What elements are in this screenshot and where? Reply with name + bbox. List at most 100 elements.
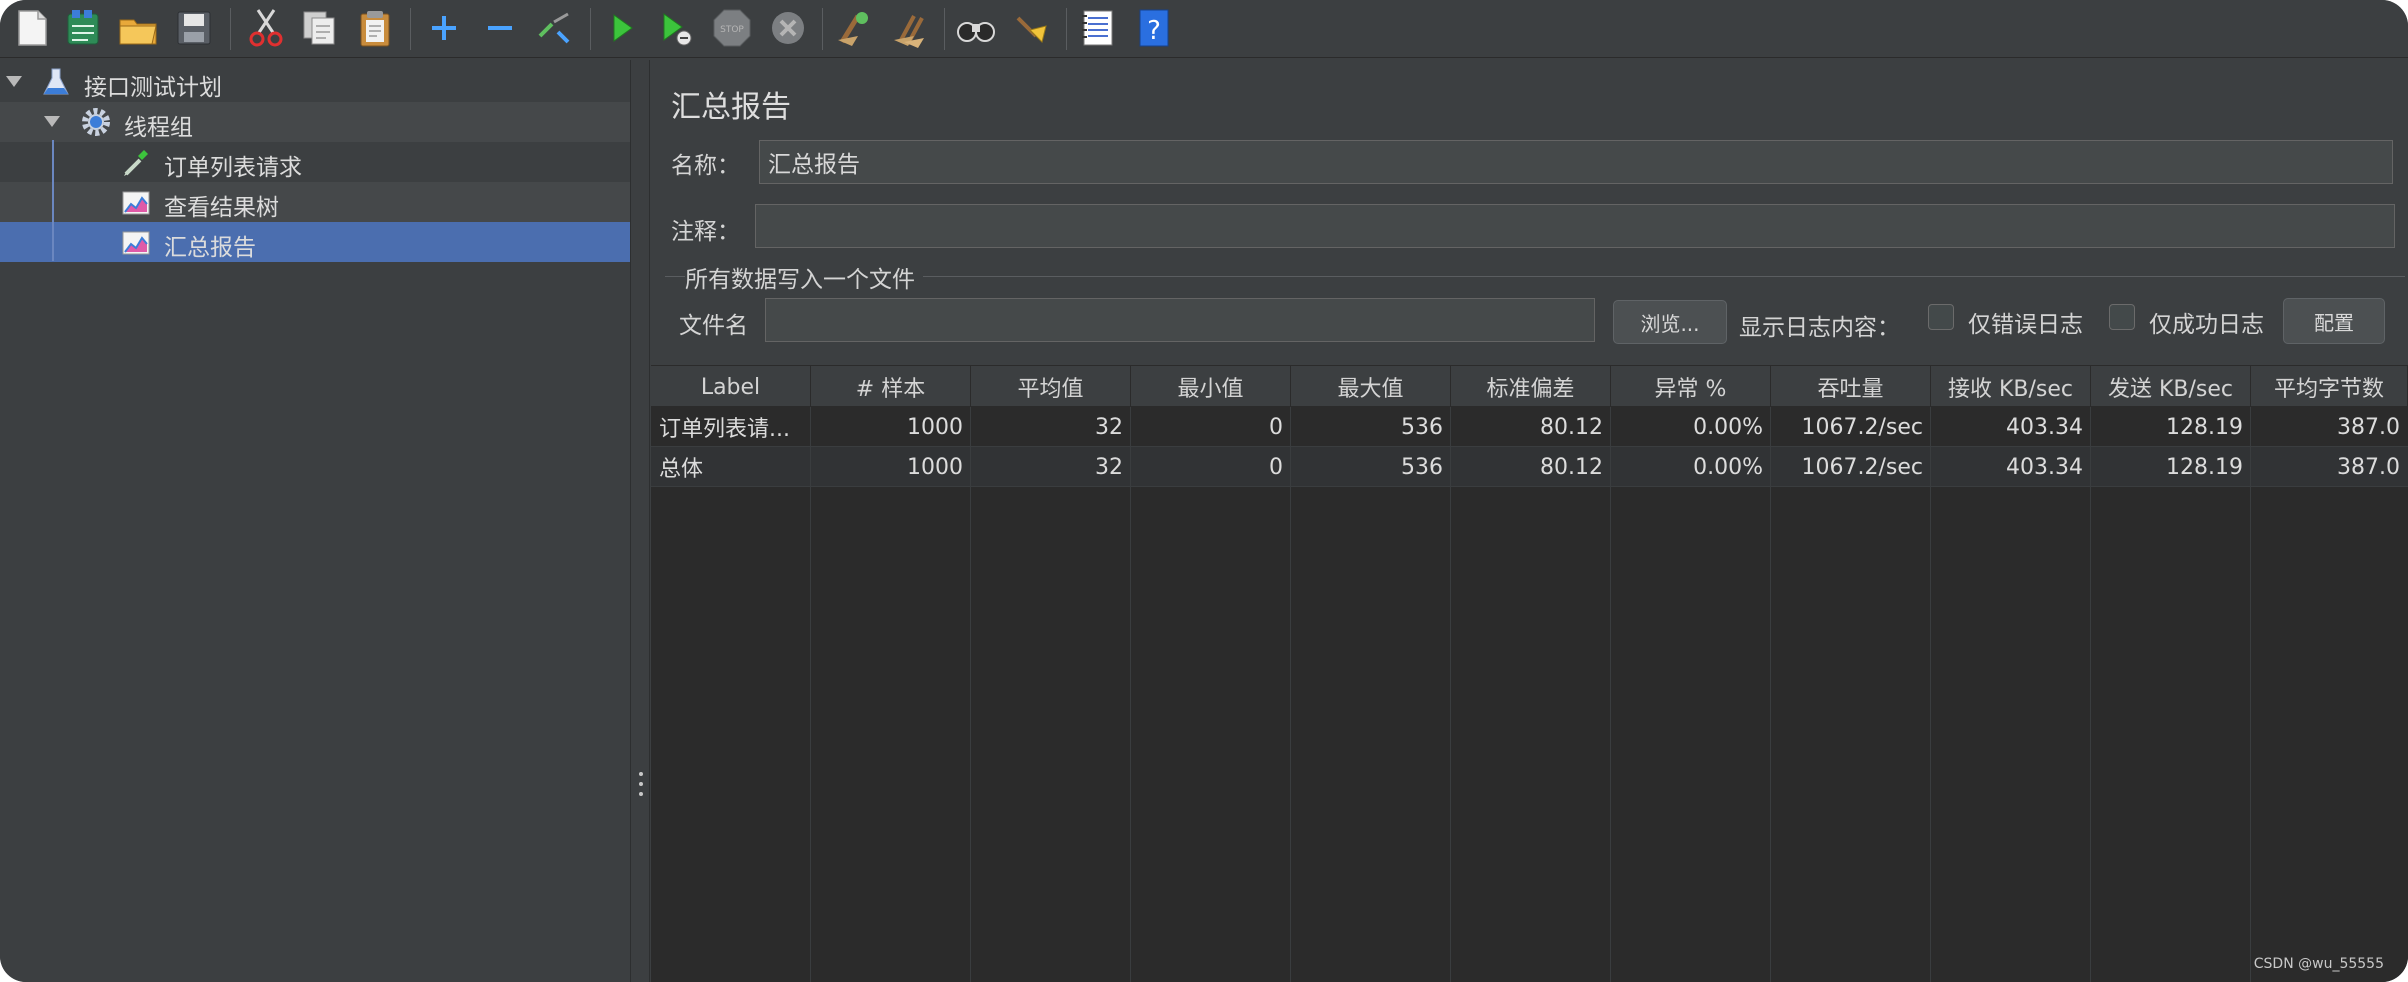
watermark: CSDN @wu_55555 [2253, 956, 2384, 972]
grip-dot [639, 772, 643, 776]
table-row[interactable]: 总体 1000 32 0 536 80.12 0.00% 1067.2/sec 403.34 12… [651, 447, 2408, 487]
paste-icon[interactable] [354, 6, 398, 50]
table-header: Label # 样本 平均值 最小值 最大值 标准偏差 异常 % 吞吐量 接收 KB/sec 发送… [651, 365, 2408, 408]
table-cell: 32 [1095, 414, 1123, 440]
new-icon[interactable] [10, 6, 54, 50]
summary-report-panel: 汇总报告 名称： 注释： 所有数据写入一个文件 文件名 浏览... 显示日志内容… [651, 60, 2408, 982]
thread-group-gear-icon [80, 106, 112, 138]
column-grid-line [1290, 407, 1291, 982]
expand-arrow-icon[interactable] [6, 76, 22, 87]
column-header[interactable]: 标准偏差 [1451, 366, 1611, 408]
column-header[interactable]: Label [651, 366, 811, 408]
templates-icon[interactable] [62, 6, 106, 50]
shutdown-icon[interactable] [766, 6, 810, 50]
summary-table[interactable]: Label # 样本 平均值 最小值 最大值 标准偏差 异常 % 吞吐量 接收 KB/sec 发送… [651, 365, 2408, 982]
clear-icon[interactable] [832, 6, 876, 50]
tree-item-sampler[interactable]: 订单列表请求 [0, 142, 630, 182]
configure-button[interactable]: 配置 [2283, 298, 2385, 344]
column-grid-line [810, 407, 811, 982]
function-helper-icon[interactable] [1076, 6, 1120, 50]
toolbar-separator [410, 8, 411, 50]
column-header[interactable]: 平均值 [971, 366, 1131, 408]
log-display-label: 显示日志内容： [1739, 315, 1900, 341]
comment-field[interactable] [755, 204, 2395, 248]
column-header[interactable]: 发送 KB/sec [2091, 366, 2251, 408]
toolbar-separator [944, 8, 945, 50]
column-header[interactable]: 最大值 [1291, 366, 1451, 408]
table-cell: 0.00% [1693, 414, 1763, 440]
split-pane-divider[interactable] [630, 60, 650, 982]
tree-item-label: 订单列表请求 [164, 155, 302, 181]
help-icon[interactable]: ? [1132, 6, 1176, 50]
save-icon[interactable] [172, 6, 216, 50]
expand-icon[interactable] [422, 6, 466, 50]
tree-item-label: 线程组 [124, 115, 193, 141]
errors-only-checkbox[interactable] [1928, 304, 1954, 330]
column-grid-line [1770, 407, 1771, 982]
cut-icon[interactable] [244, 6, 288, 50]
column-header[interactable]: 最小值 [1131, 366, 1291, 408]
filename-field[interactable] [765, 298, 1595, 342]
tree-item-thread-group[interactable]: 线程组 [0, 102, 630, 142]
reset-search-icon[interactable] [1010, 6, 1054, 50]
group-title: 所有数据写入一个文件 [685, 260, 923, 294]
column-grid-line [1130, 407, 1131, 982]
success-only-checkbox[interactable] [2109, 304, 2135, 330]
toggle-icon[interactable] [532, 6, 576, 50]
group-border [665, 276, 2405, 277]
tree-item-view-results-tree[interactable]: 查看结果树 [0, 182, 630, 222]
name-field[interactable] [759, 140, 2393, 184]
start-icon[interactable] [600, 6, 644, 50]
name-label: 名称： [671, 153, 740, 179]
svg-text:STOP: STOP [720, 25, 744, 35]
test-plan-flask-icon [40, 66, 72, 98]
tree-item-label: 接口测试计划 [84, 75, 222, 101]
column-grid-line [2090, 407, 2091, 982]
table-cell: 订单列表请... [659, 417, 790, 442]
collapse-icon[interactable] [478, 6, 522, 50]
column-header[interactable]: 异常 % [1611, 366, 1771, 408]
tree-item-test-plan[interactable]: 接口测试计划 [0, 62, 630, 102]
table-row[interactable]: 订单列表请... 1000 32 0 536 80.12 0.00% 1067.2/sec 40… [651, 407, 2408, 447]
open-icon[interactable] [116, 6, 160, 50]
table-cell: 387.0 [2337, 414, 2400, 440]
column-grid-line [970, 407, 971, 982]
tree-item-label: 查看结果树 [164, 195, 279, 221]
expand-arrow-icon[interactable] [44, 116, 60, 127]
column-header[interactable]: 平均字节数 [2251, 366, 2408, 408]
tree-item-summary-report[interactable]: 汇总报告 [0, 222, 630, 262]
tree-item-label: 汇总报告 [164, 235, 256, 261]
toolbar-separator [822, 8, 823, 50]
toolbar-separator [590, 8, 591, 50]
table-cell: 128.19 [2166, 454, 2243, 480]
column-grid-line [1930, 407, 1931, 982]
table-cell: 0.00% [1693, 454, 1763, 480]
column-grid-line [2250, 407, 2251, 982]
test-plan-tree[interactable]: 接口测试计划 线程组 订单列表请求 查看结果树 汇总报告 [0, 60, 630, 982]
start-no-pause-icon[interactable] [654, 6, 698, 50]
table-cell: 1000 [907, 454, 963, 480]
table-cell: 1000 [907, 414, 963, 440]
jmeter-window: STOP ? 接口测试计划 线程组 订单列表请求 查看结果树 汇总报告 汇总报告… [0, 0, 2408, 982]
table-cell: 536 [1401, 454, 1443, 480]
clear-all-icon[interactable] [888, 6, 932, 50]
grip-dot [639, 782, 643, 786]
column-header[interactable]: # 样本 [811, 366, 971, 408]
svg-text:?: ? [1147, 16, 1161, 46]
column-header[interactable]: 接收 KB/sec [1931, 366, 2091, 408]
search-icon[interactable] [954, 6, 998, 50]
column-header[interactable]: 吞吐量 [1771, 366, 1931, 408]
stop-icon[interactable]: STOP [710, 6, 754, 50]
grip-dot [639, 792, 643, 796]
table-cell: 0 [1269, 414, 1283, 440]
table-cell: 128.19 [2166, 414, 2243, 440]
table-cell: 536 [1401, 414, 1443, 440]
copy-icon[interactable] [298, 6, 342, 50]
toolbar-separator [230, 8, 231, 50]
table-cell: 0 [1269, 454, 1283, 480]
table-cell: 387.0 [2337, 454, 2400, 480]
browse-button[interactable]: 浏览... [1613, 300, 1727, 344]
table-cell: 80.12 [1540, 454, 1603, 480]
column-grid-line [1610, 407, 1611, 982]
sampler-pipette-icon [120, 146, 152, 178]
